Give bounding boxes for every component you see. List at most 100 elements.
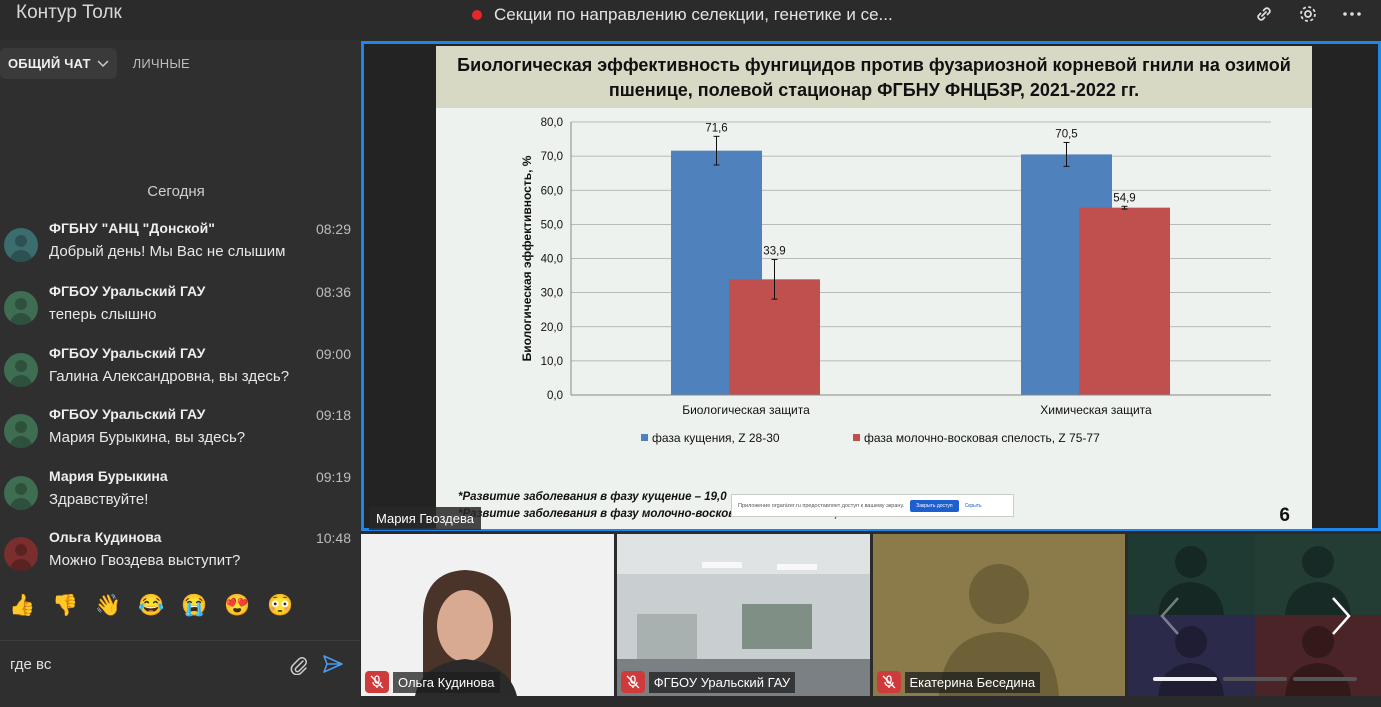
slide-title: Биологическая эффективность фунгицидов п… [436,46,1312,108]
y-tick-label: 40,0 [541,254,563,266]
attach-icon[interactable] [290,655,308,676]
avatar [4,476,38,510]
chevron-down-icon [97,59,109,67]
avatar [4,291,38,325]
y-tick-label: 50,0 [541,219,563,231]
presentation-slide: Биологическая эффективность фунгицидов п… [436,46,1312,529]
meeting-title-text: Секции по направлению селекции, генетике… [494,5,893,24]
y-tick-label: 0,0 [547,390,563,402]
more-icon[interactable] [1341,3,1363,25]
avatar [4,414,38,448]
y-axis-label: Биологическая эффективность, % [520,155,534,361]
chat-message: Мария Бурыкина 09:19 Здравствуйте! [0,468,360,528]
participant-tile[interactable]: ФГБОУ Уральский ГАУ [616,534,870,696]
slide-title-line1: Биологическая эффективность фунгицидов п… [457,55,1291,75]
avatar [4,228,38,262]
slide-title-line2: пшенице, полевой стационар ФГБНУ ФНЦБЗР,… [608,80,1140,100]
y-tick-label: 10,0 [541,356,563,368]
message-time: 09:00 [315,346,351,362]
legend-swatch [641,434,648,441]
message-composer [0,640,360,690]
y-tick-label: 60,0 [541,185,563,197]
prev-page-icon[interactable] [1158,596,1182,636]
mic-off-icon [876,671,901,693]
send-icon[interactable] [322,654,346,676]
page-dot[interactable] [1153,677,1217,681]
app-title: Контур Толк [16,2,122,23]
legend-swatch [853,434,860,441]
link-icon[interactable] [1253,3,1275,25]
message-time: 09:19 [315,469,351,485]
chat-message: ФГБОУ Уральский ГАУ 09:18 Мария Бурыкина… [0,406,360,466]
participant-name: Екатерина Беседина [904,672,1041,693]
screen-share-stage[interactable]: Биологическая эффективность фунгицидов п… [361,41,1381,531]
recording-dot-icon [472,10,482,20]
heart-eyes-face-icon[interactable]: 😍 [224,593,250,618]
x-category-label: Химическая защита [1040,403,1152,417]
data-label: 71,6 [705,122,727,134]
page-indicator [1153,677,1357,681]
screen-share-notice: Приложение organizer.ru предоставляет до… [731,494,1014,517]
crying-face-icon[interactable]: 😭 [181,593,207,618]
top-bar: Контур Толк Секции по направлению селекц… [0,0,1381,30]
participant-grid-tile[interactable] [1128,534,1381,696]
participant-name: ФГБОУ Уральский ГАУ [648,672,796,693]
page-dot[interactable] [1223,677,1287,681]
message-sender: ФГБОУ Уральский ГАУ [49,283,206,299]
message-text: Можно Гвоздева выступит? [49,552,241,569]
meeting-title: Секции по направлению селекции, генетике… [472,5,893,25]
participant-tile[interactable]: Ольга Кудинова [361,534,614,696]
tab-general-chat[interactable]: ОБЩИЙ ЧАТ [0,48,117,79]
tab-private[interactable]: ЛИЧНЫЕ [125,48,198,79]
message-text: Здравствуйте! [49,491,149,508]
legend-label: фаза молочно-восковая спелость, Z 75-77 [864,431,1100,445]
message-text: теперь слышно [49,306,157,323]
day-separator: Сегодня [147,183,205,200]
x-category-label: Биологическая защита [682,403,810,417]
slide-note: *Развитие заболевания в фазу кущение – 1… [458,491,727,503]
gear-icon[interactable] [1297,3,1319,25]
data-label: 54,9 [1113,192,1135,204]
hide-link[interactable]: Скрыть [965,503,982,509]
flushed-face-icon[interactable]: 😳 [267,593,293,618]
bar-chart: 0,0 10,0 20,0 30,0 40,0 50,0 60,0 70,0 80,0 Биоло… [520,117,1271,445]
tab-general-chat-label: ОБЩИЙ ЧАТ [8,56,91,71]
data-label: 33,9 [763,246,785,258]
thumbs-up-icon[interactable]: 👍 [9,593,35,618]
message-text: Галина Александровна, вы здесь? [49,368,290,385]
message-input[interactable] [10,656,280,673]
message-text: Мария Бурыкина, вы здесь? [49,429,246,446]
y-tick-label: 70,0 [541,151,563,163]
message-sender: ФГБОУ Уральский ГАУ [49,345,206,361]
participant-tiles: Ольга Кудинова ФГБОУ Уральский ГАУ Екате… [361,534,1381,696]
notice-text: Приложение organizer.ru предоставляет до… [738,502,905,509]
data-label: 70,5 [1055,128,1077,140]
chat-message: ФГБНУ "АНЦ "Донской" 08:29 Добрый день! … [0,220,360,280]
thumbs-down-icon[interactable]: 👎 [52,593,78,618]
page-dot[interactable] [1293,677,1357,681]
participant-name: Ольга Кудинова [393,672,500,693]
bar [1079,207,1170,395]
message-sender: ФГБНУ "АНЦ "Донской" [49,220,215,236]
message-time: 09:18 [315,407,351,423]
legend-label: фаза кущения, Z 28-30 [652,431,780,445]
y-tick-label: 80,0 [541,117,563,129]
chat-sidebar: ОБЩИЙ ЧАТ ЛИЧНЫЕ Сегодня ФГБНУ "АНЦ "Дон… [0,40,360,707]
stop-sharing-button[interactable]: Закрыть доступ [910,499,959,512]
message-time: 08:36 [315,284,351,300]
message-text: Добрый день! Мы Вас не слышим [49,243,286,260]
mic-off-icon [620,671,645,693]
laughing-face-icon[interactable]: 😂 [138,593,164,618]
participant-tile[interactable]: Екатерина Беседина [872,534,1126,696]
waving-hand-icon[interactable]: 👋 [95,593,121,618]
mic-off-icon [365,671,389,693]
slide-number: 6 [1279,505,1290,526]
y-tick-label: 20,0 [541,322,563,334]
message-time: 08:29 [315,221,351,237]
avatar [4,353,38,387]
chat-message: ФГБОУ Уральский ГАУ 08:36 теперь слышно [0,283,360,343]
next-page-icon[interactable] [1329,596,1353,636]
chat-message: ФГБОУ Уральский ГАУ 09:00 Галина Алексан… [0,345,360,405]
speaker-name-tag: Мария Гвоздева [369,507,481,530]
chat-message: Ольга Кудинова 10:48 Можно Гвоздева выст… [0,529,360,589]
